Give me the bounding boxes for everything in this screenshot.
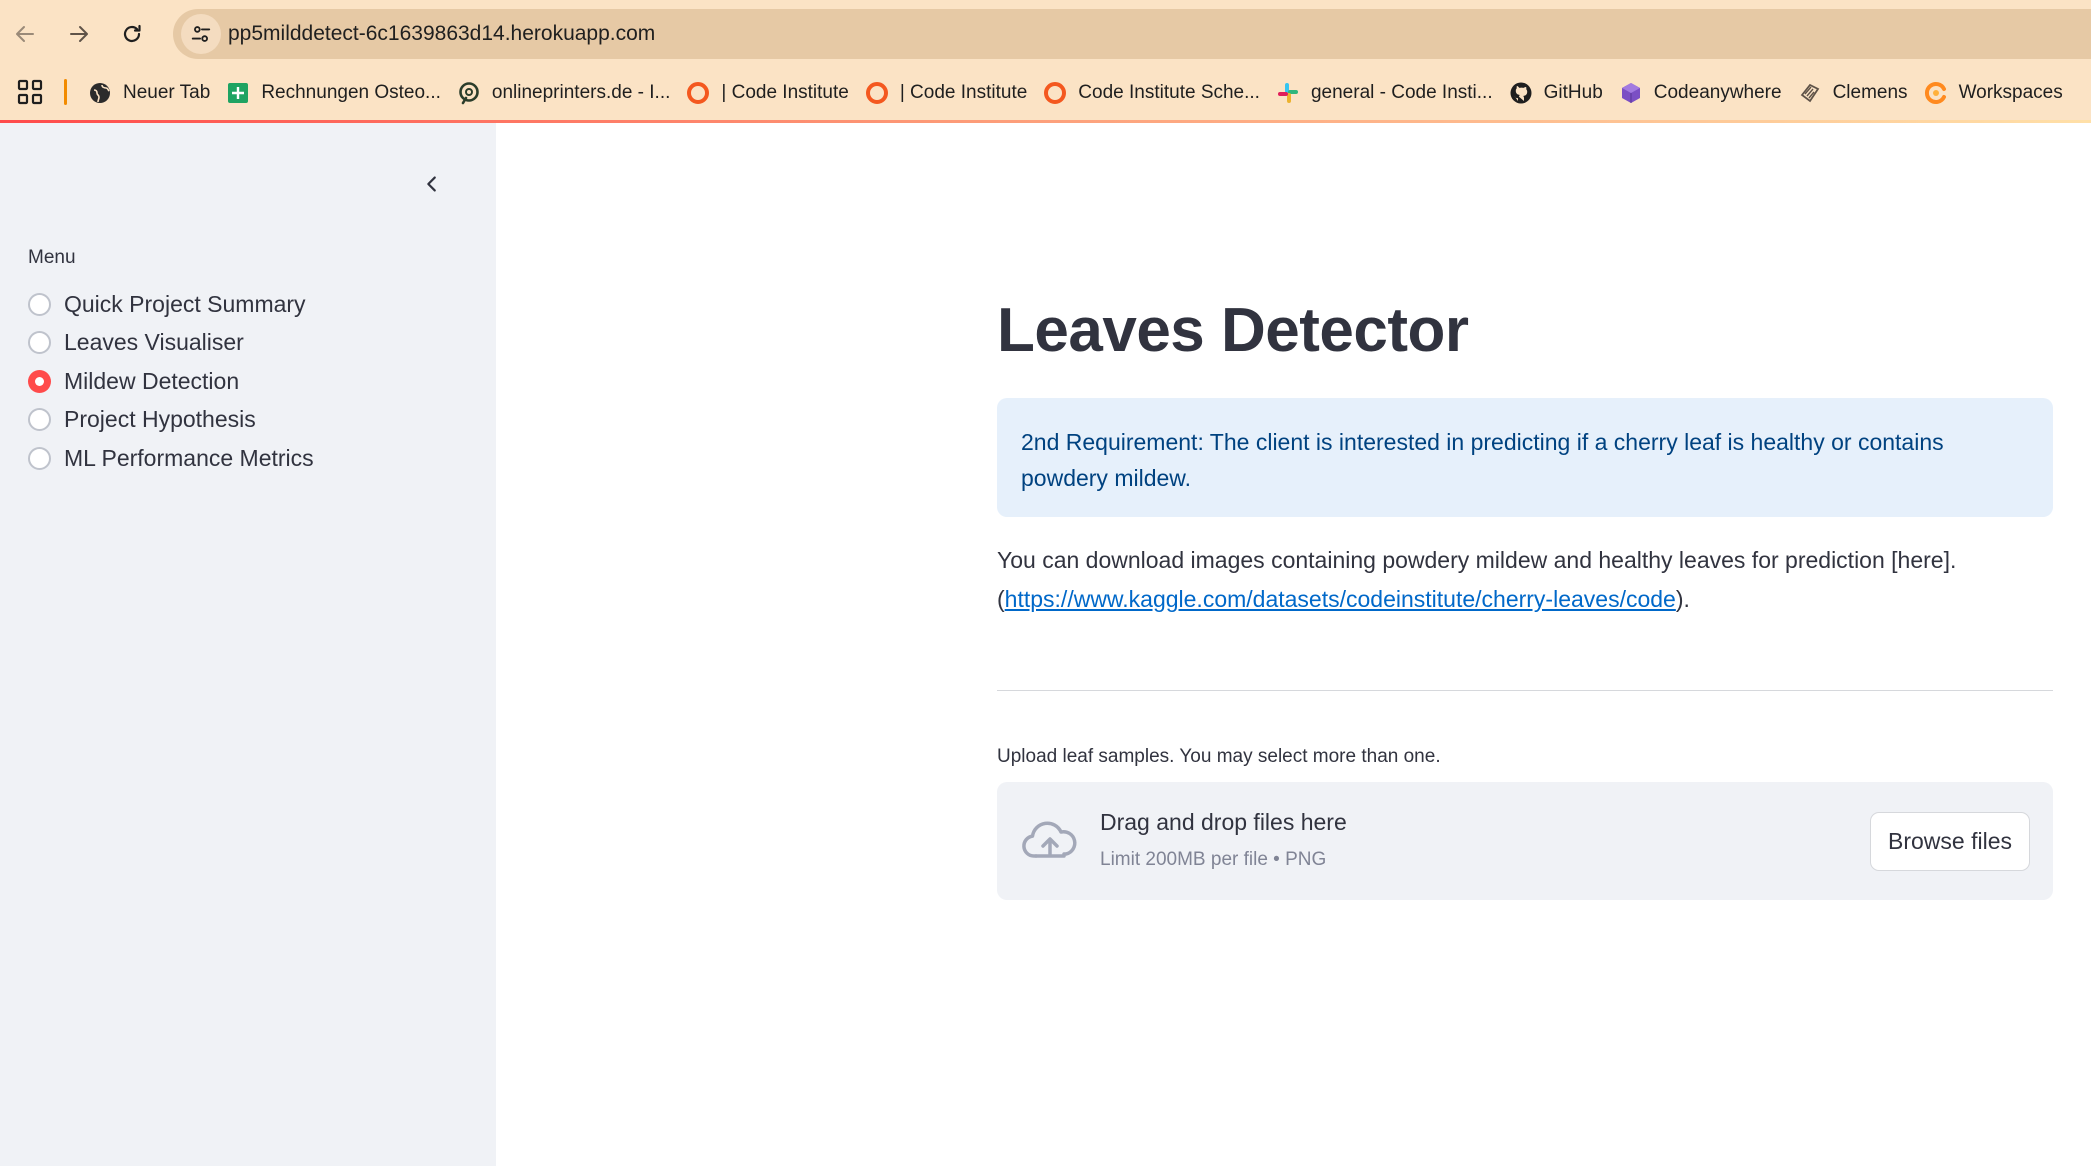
- reload-button[interactable]: [110, 12, 154, 56]
- radio-label: Mildew Detection: [64, 367, 240, 394]
- url-text[interactable]: pp5milddetect-6c1639863d14.herokuapp.com: [228, 9, 655, 59]
- collapse-sidebar-button[interactable]: [414, 166, 450, 202]
- code-institute-icon: [865, 81, 889, 105]
- bookmark-label: Codeanywhere: [1653, 82, 1782, 103]
- kaggle-link[interactable]: https://www.kaggle.com/datasets/codeinst…: [1005, 586, 1676, 612]
- divider: [997, 690, 2053, 691]
- apps-grid-icon[interactable]: [16, 78, 44, 106]
- slack-icon: [1276, 81, 1300, 105]
- info-text: 2nd Requirement: The client is intereste…: [1021, 429, 1944, 491]
- bookmark-rechnungen[interactable]: Rechnungen Osteo...: [224, 74, 455, 112]
- bookmark-label: Workspaces: [1958, 82, 2063, 103]
- bookmarks-bar: Neuer Tab Rechnungen Osteo... onlineprin…: [0, 66, 2091, 120]
- codeanywhere-icon: [1619, 81, 1643, 105]
- onlineprinters-icon: [457, 81, 481, 105]
- open-paren: (: [997, 586, 1005, 612]
- bookmark-code-institute-2[interactable]: | Code Institute: [863, 74, 1041, 112]
- radio-button[interactable]: [28, 408, 51, 432]
- back-button[interactable]: [3, 12, 47, 56]
- bookmark-label: | Code Institute: [899, 82, 1028, 103]
- bookmark-slack-general[interactable]: general - Code Insti...: [1274, 74, 1507, 112]
- download-text: You can download images containing powde…: [997, 547, 1957, 573]
- bookmark-label: Clemens: [1832, 82, 1908, 103]
- bookmark-onlineprinters[interactable]: onlineprinters.de - I...: [455, 74, 684, 112]
- bookmark-codeanywhere[interactable]: Codeanywhere: [1617, 74, 1796, 112]
- address-row: pp5milddetect-6c1639863d14.herokuapp.com: [0, 0, 2091, 66]
- dropzone-limit: Limit 200MB per file • PNG: [1100, 849, 1327, 870]
- sidebar: Menu Quick Project Summary Leaves Visual…: [0, 123, 496, 1166]
- radio-label: Project Hypothesis: [64, 406, 256, 433]
- menu-option-leaves-visualiser[interactable]: Leaves Visualiser: [28, 324, 314, 363]
- bookmark-clemens[interactable]: Clemens: [1796, 74, 1922, 112]
- menu-option-ml-performance-metrics[interactable]: ML Performance Metrics: [28, 439, 314, 478]
- bookmark-label: onlineprinters.de - I...: [491, 82, 671, 103]
- bookmark-label: Neuer Tab: [123, 82, 211, 103]
- page-title: Leaves Detector: [997, 296, 1469, 365]
- clemens-icon: [1798, 81, 1822, 105]
- code-institute-icon: [686, 81, 710, 105]
- bookmark-code-institute-schedule[interactable]: Code Institute Sche...: [1041, 74, 1274, 112]
- menu-option-mildew-detection[interactable]: Mildew Detection: [28, 362, 314, 401]
- browser-chrome: pp5milddetect-6c1639863d14.herokuapp.com…: [0, 0, 2091, 123]
- arrow-left-icon: [16, 26, 34, 42]
- bookmark-list: Neuer Tab Rechnungen Osteo... onlineprin…: [86, 66, 2077, 120]
- radio-button[interactable]: [28, 446, 51, 470]
- address-bar[interactable]: pp5milddetect-6c1639863d14.herokuapp.com: [173, 9, 2091, 59]
- uploader-label: Upload leaf samples. You may select more…: [997, 746, 1441, 767]
- menu-option-quick-project-summary[interactable]: Quick Project Summary: [28, 285, 314, 324]
- chevron-left-icon: [427, 176, 436, 192]
- menu-label: Menu: [28, 247, 76, 268]
- file-dropzone[interactable]: Drag and drop files here Limit 200MB per…: [997, 782, 2053, 900]
- radio-label: Quick Project Summary: [64, 290, 306, 317]
- forward-button[interactable]: [57, 12, 101, 56]
- browse-files-button[interactable]: Browse files: [1870, 812, 2030, 871]
- bookmark-label: general - Code Insti...: [1310, 82, 1493, 103]
- bookmark-github[interactable]: GitHub: [1507, 74, 1617, 112]
- bookmark-label: | Code Institute: [721, 82, 849, 103]
- info-alert: 2nd Requirement: The client is intereste…: [997, 398, 2053, 517]
- workspaces-icon: [1924, 81, 1948, 105]
- bookmark-code-institute-1[interactable]: | Code Institute: [684, 74, 862, 112]
- main-content: Leaves Detector 2nd Requirement: The cli…: [496, 123, 2091, 1166]
- bookmark-label: Rechnungen Osteo...: [261, 82, 441, 103]
- radio-button[interactable]: [28, 331, 51, 355]
- bookmark-label: Code Institute Sche...: [1078, 82, 1260, 103]
- globe-icon: [88, 81, 112, 105]
- radio-button-selected[interactable]: [28, 369, 51, 393]
- radio-label: Leaves Visualiser: [64, 329, 244, 356]
- radio-button[interactable]: [28, 292, 51, 316]
- bookmark-separator: [64, 79, 67, 105]
- close-paren: ).: [1675, 586, 1690, 612]
- arrow-right-icon: [70, 26, 88, 42]
- code-institute-icon: [1043, 81, 1067, 105]
- download-paragraph: You can download images containing powde…: [997, 541, 2053, 619]
- menu-option-project-hypothesis[interactable]: Project Hypothesis: [28, 401, 314, 440]
- reload-icon: [123, 24, 141, 43]
- dropzone-title: Drag and drop files here: [1100, 809, 1347, 835]
- radio-label: ML Performance Metrics: [64, 444, 314, 471]
- menu-radio-group: Quick Project Summary Leaves Visualiser …: [28, 285, 314, 478]
- bookmark-neuer-tab[interactable]: Neuer Tab: [86, 74, 224, 112]
- tune-icon: [191, 26, 211, 42]
- bookmark-label: GitHub: [1543, 82, 1603, 103]
- github-icon: [1509, 81, 1533, 105]
- site-info-button[interactable]: [181, 14, 221, 54]
- cloud-upload-icon: [1022, 821, 1077, 858]
- sheets-icon: [226, 81, 250, 105]
- bookmark-workspaces[interactable]: Workspaces: [1922, 74, 2077, 112]
